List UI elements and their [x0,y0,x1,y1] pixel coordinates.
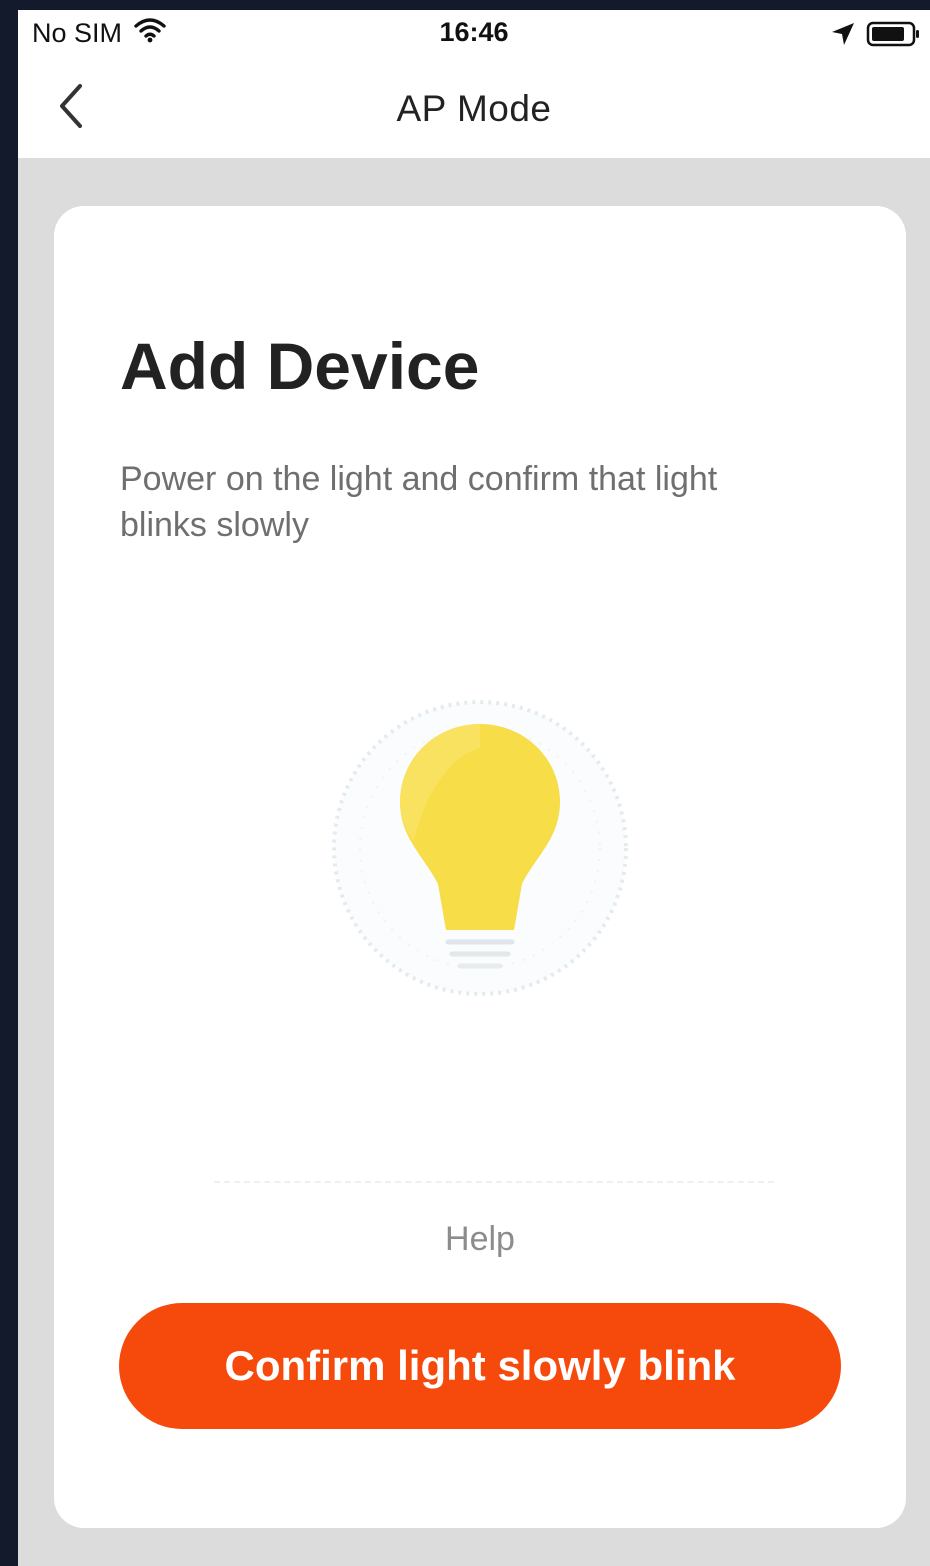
top-bar: No SIM 16:46 AP Mode [18,10,930,158]
light-bulb-illustration [324,698,636,998]
light-bulb-icon [332,700,628,996]
phone-screen: No SIM 16:46 AP Mode Add Device Power on… [18,10,930,1566]
divider [214,1181,774,1183]
help-link[interactable]: Help [54,1220,906,1259]
card-title: Add Device [120,329,480,403]
instruction-text: Power on the light and confirm that ligh… [120,460,718,544]
status-time: 16:46 [439,17,509,47]
status-right-icons [830,20,922,53]
battery-icon [866,20,922,53]
navigation-bar: AP Mode [18,70,930,150]
add-device-card: Add Device Power on the light and confir… [54,206,906,1528]
status-bar: No SIM 16:46 [18,10,930,58]
page-title: AP Mode [396,88,552,129]
location-arrow-icon [830,21,856,52]
confirm-blink-button[interactable]: Confirm light slowly blink [119,1303,841,1429]
